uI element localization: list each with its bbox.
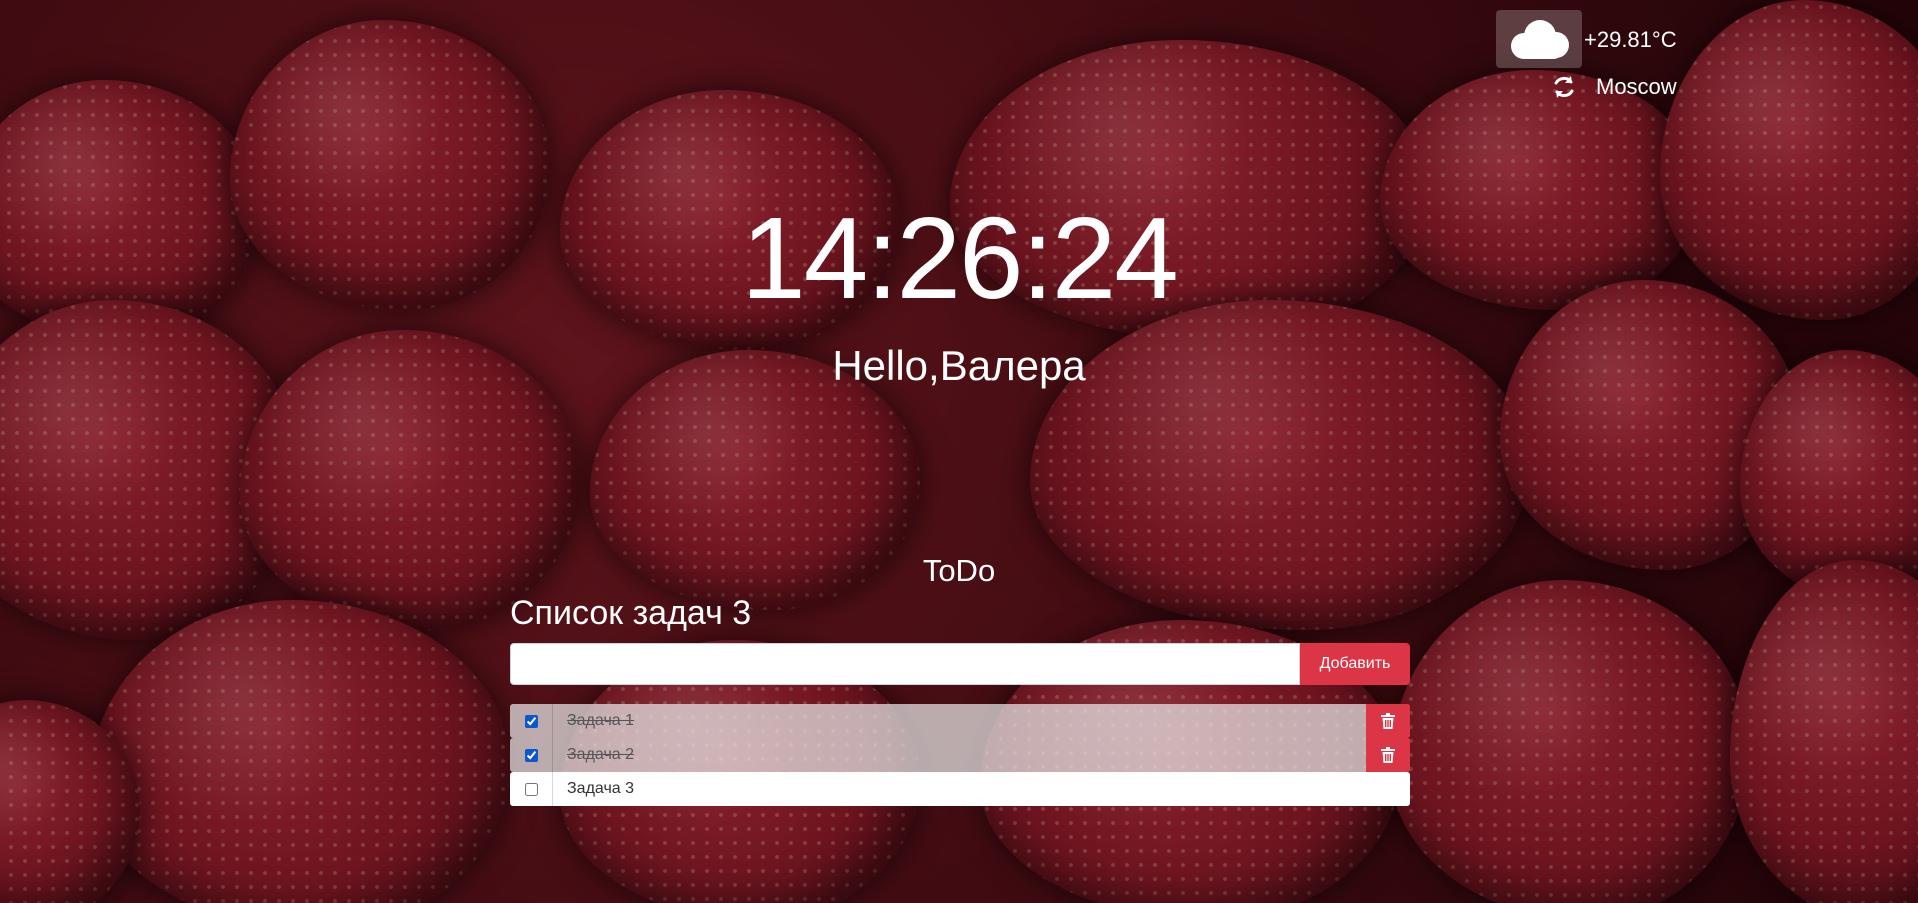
task-label: Задача 2 bbox=[567, 746, 635, 763]
task-checkbox-cell bbox=[510, 772, 553, 806]
weather-widget: +29.81°C Moscow bbox=[1496, 10, 1686, 105]
city-name: Moscow bbox=[1596, 74, 1677, 99]
cloud-icon bbox=[1511, 20, 1569, 59]
task-checkbox[interactable] bbox=[524, 714, 538, 728]
task-item: Задача 2 bbox=[510, 738, 1410, 772]
clock-time: 14:26:24 bbox=[741, 193, 1179, 323]
task-list-title: Список задач 3 bbox=[510, 594, 752, 632]
trash-icon bbox=[1381, 747, 1395, 763]
task-label: Задача 3 bbox=[567, 780, 635, 797]
delete-task-button[interactable] bbox=[1366, 738, 1410, 772]
task-label: Задача 1 bbox=[567, 712, 635, 729]
task-checkbox[interactable] bbox=[524, 782, 538, 796]
greeting-text: Hello,Валера bbox=[832, 342, 1086, 389]
task-list: Задача 1 Задача 2 Задача 3 bbox=[510, 704, 1410, 806]
task-checkbox-cell bbox=[510, 738, 553, 772]
new-task-input[interactable] bbox=[510, 643, 1300, 685]
weather-icon-box bbox=[1496, 10, 1582, 68]
refresh-icon[interactable] bbox=[1550, 73, 1578, 101]
delete-task-button[interactable] bbox=[1366, 704, 1410, 738]
add-task-row: Добавить bbox=[510, 643, 1410, 685]
task-checkbox-cell bbox=[510, 704, 553, 738]
task-item: Задача 3 bbox=[510, 772, 1410, 806]
temperature-value: +29.81°C bbox=[1584, 27, 1677, 52]
task-checkbox[interactable] bbox=[524, 748, 538, 762]
add-task-button[interactable]: Добавить bbox=[1300, 643, 1410, 685]
trash-icon bbox=[1381, 713, 1395, 729]
todo-heading: ToDo bbox=[922, 553, 996, 588]
task-item: Задача 1 bbox=[510, 704, 1410, 738]
